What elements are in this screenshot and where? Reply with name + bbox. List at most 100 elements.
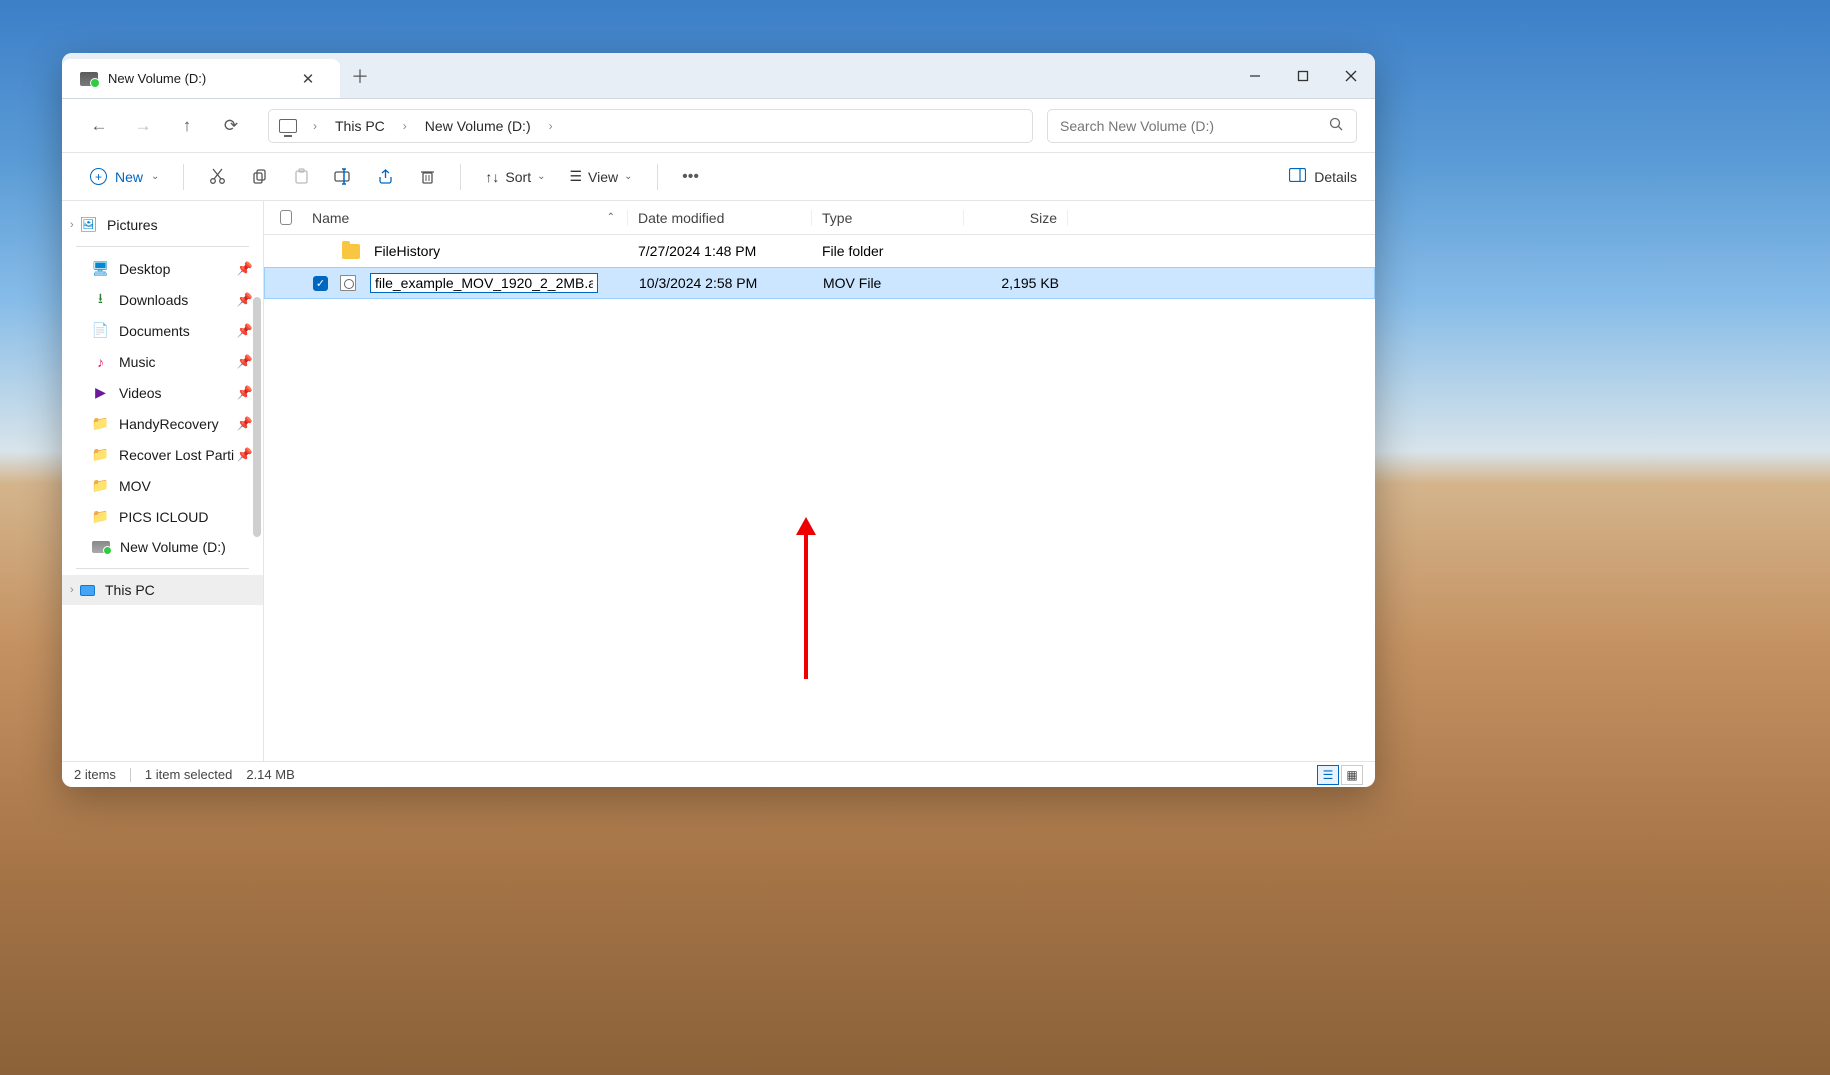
type-cell: MOV File bbox=[813, 275, 965, 291]
chevron-down-icon: ⌄ bbox=[151, 171, 159, 182]
column-header-name[interactable]: Name ⌃ bbox=[302, 210, 628, 226]
details-view-button[interactable]: ☰ bbox=[1317, 765, 1339, 785]
delete-button[interactable] bbox=[408, 160, 446, 194]
navigation-pane: › 🖼 Pictures 🖥 Desktop 📌 ⭳Downloads📌📄Docume… bbox=[62, 201, 264, 761]
list-icon: ☰ bbox=[569, 168, 582, 185]
thumbnails-view-button[interactable]: ▦ bbox=[1341, 765, 1363, 785]
music-icon: ♪ bbox=[92, 353, 109, 370]
row-checkbox[interactable]: ✓ bbox=[313, 276, 328, 291]
annotation-arrow-head bbox=[796, 517, 816, 535]
maximize-button[interactable] bbox=[1279, 53, 1327, 98]
share-button[interactable] bbox=[366, 160, 404, 194]
new-button[interactable]: + New ⌄ bbox=[80, 162, 169, 191]
name-cell: ✓ bbox=[303, 273, 629, 293]
sidebar-item[interactable]: 📁MOV bbox=[62, 470, 263, 501]
sidebar-item[interactable]: ⭳Downloads📌 bbox=[62, 284, 263, 315]
sidebar-item-label: Videos bbox=[119, 385, 162, 401]
sidebar-item[interactable]: 📁PICS ICLOUD bbox=[62, 501, 263, 532]
type-cell: File folder bbox=[812, 243, 964, 259]
minimize-button[interactable] bbox=[1231, 53, 1279, 98]
sidebar-item-label: PICS ICLOUD bbox=[119, 509, 208, 525]
chevron-right-icon: › bbox=[305, 119, 325, 133]
sidebar-item[interactable]: 📄Documents📌 bbox=[62, 315, 263, 346]
up-button[interactable]: ↑ bbox=[168, 107, 206, 145]
sidebar-item-label: Documents bbox=[119, 323, 190, 339]
sort-indicator-icon: ⌃ bbox=[607, 212, 615, 223]
close-window-button[interactable] bbox=[1327, 53, 1375, 98]
breadcrumb-item[interactable]: New Volume (D:) bbox=[419, 114, 537, 138]
breadcrumb-item[interactable]: This PC bbox=[329, 114, 391, 138]
window-controls bbox=[1231, 53, 1375, 98]
new-tab-button[interactable]: ＋ bbox=[340, 53, 380, 98]
forward-button[interactable]: → bbox=[124, 107, 162, 145]
address-bar[interactable]: › This PC › New Volume (D:) › bbox=[268, 109, 1033, 143]
item-count: 2 items bbox=[74, 767, 116, 782]
column-header-type[interactable]: Type bbox=[812, 210, 964, 226]
sidebar-item-label: HandyRecovery bbox=[119, 416, 219, 432]
search-icon bbox=[1329, 117, 1344, 135]
rename-input[interactable] bbox=[370, 273, 598, 293]
cut-button[interactable] bbox=[198, 160, 236, 194]
file-row[interactable]: FileHistory7/27/2024 1:48 PMFile folder bbox=[264, 235, 1375, 267]
sidebar-item[interactable]: 📁Recover Lost Parti📌 bbox=[62, 439, 263, 470]
sidebar-item-label: Desktop bbox=[119, 261, 170, 277]
file-name: FileHistory bbox=[374, 243, 440, 259]
window-tab[interactable]: New Volume (D:) ✕ bbox=[62, 59, 340, 98]
search-input[interactable] bbox=[1060, 118, 1329, 134]
video-file-icon bbox=[340, 275, 356, 291]
separator bbox=[130, 768, 131, 782]
paste-button[interactable] bbox=[282, 160, 320, 194]
pc-icon bbox=[279, 119, 297, 133]
separator bbox=[460, 164, 461, 190]
search-box[interactable] bbox=[1047, 109, 1357, 143]
details-label: Details bbox=[1314, 169, 1357, 185]
command-bar: + New ⌄ ↑↓ Sort ⌄ ☰ View ⌄ ••• Details bbox=[62, 153, 1375, 201]
sort-button[interactable]: ↑↓ Sort ⌄ bbox=[475, 163, 555, 191]
pc-icon bbox=[80, 585, 95, 596]
sidebar-item[interactable]: 📁HandyRecovery📌 bbox=[62, 408, 263, 439]
close-tab-button[interactable]: ✕ bbox=[294, 65, 322, 93]
videos-icon: ▶ bbox=[92, 384, 109, 401]
scrollbar[interactable] bbox=[251, 297, 263, 537]
copy-button[interactable] bbox=[240, 160, 278, 194]
pictures-icon: 🖼 bbox=[80, 216, 97, 233]
chevron-right-icon: › bbox=[395, 119, 415, 133]
details-pane-button[interactable]: Details bbox=[1289, 168, 1357, 185]
file-list: Name ⌃ Date modified Type Size FileHisto… bbox=[264, 201, 1375, 761]
chevron-down-icon: ⌄ bbox=[537, 171, 545, 182]
pin-icon: 📌 bbox=[237, 261, 253, 277]
drive-icon bbox=[92, 541, 110, 553]
sidebar-item-label: Pictures bbox=[107, 217, 158, 233]
refresh-button[interactable]: ⟳ bbox=[212, 107, 250, 145]
sidebar-item[interactable]: ▶Videos📌 bbox=[62, 377, 263, 408]
column-header-date[interactable]: Date modified bbox=[628, 210, 812, 226]
sidebar-item[interactable]: ♪Music📌 bbox=[62, 346, 263, 377]
name-cell: FileHistory bbox=[302, 243, 628, 259]
view-button[interactable]: ☰ View ⌄ bbox=[559, 162, 642, 191]
new-label: New bbox=[115, 169, 143, 185]
sidebar-item-label: New Volume (D:) bbox=[120, 539, 226, 555]
folder-icon: 📁 bbox=[92, 477, 109, 494]
select-all-checkbox[interactable] bbox=[270, 210, 302, 225]
separator bbox=[657, 164, 658, 190]
selection-count: 1 item selected bbox=[145, 767, 232, 782]
chevron-right-icon: › bbox=[70, 219, 74, 231]
sidebar-item[interactable]: 🖥 Desktop 📌 bbox=[62, 253, 263, 284]
sidebar-item-this-pc[interactable]: › This PC bbox=[62, 575, 263, 605]
folder-icon: 📁 bbox=[92, 446, 109, 463]
main-area: › 🖼 Pictures 🖥 Desktop 📌 ⭳Downloads📌📄Docume… bbox=[62, 201, 1375, 761]
rename-button[interactable] bbox=[324, 160, 362, 194]
sort-icon: ↑↓ bbox=[485, 169, 499, 185]
more-button[interactable]: ••• bbox=[672, 160, 710, 194]
file-row[interactable]: ✓10/3/2024 2:58 PMMOV File2,195 KB bbox=[264, 267, 1375, 299]
back-button[interactable]: ← bbox=[80, 107, 118, 145]
desktop-icon: 🖥 bbox=[92, 260, 109, 277]
chevron-right-icon: › bbox=[541, 119, 561, 133]
titlebar: New Volume (D:) ✕ ＋ bbox=[62, 53, 1375, 99]
navigation-bar: ← → ↑ ⟳ › This PC › New Volume (D:) › bbox=[62, 99, 1375, 153]
tab-title: New Volume (D:) bbox=[108, 71, 284, 86]
column-header-size[interactable]: Size bbox=[964, 210, 1068, 226]
column-headers: Name ⌃ Date modified Type Size bbox=[264, 201, 1375, 235]
sidebar-item[interactable]: New Volume (D:) bbox=[62, 532, 263, 562]
sidebar-item-pictures[interactable]: › 🖼 Pictures bbox=[62, 209, 263, 240]
